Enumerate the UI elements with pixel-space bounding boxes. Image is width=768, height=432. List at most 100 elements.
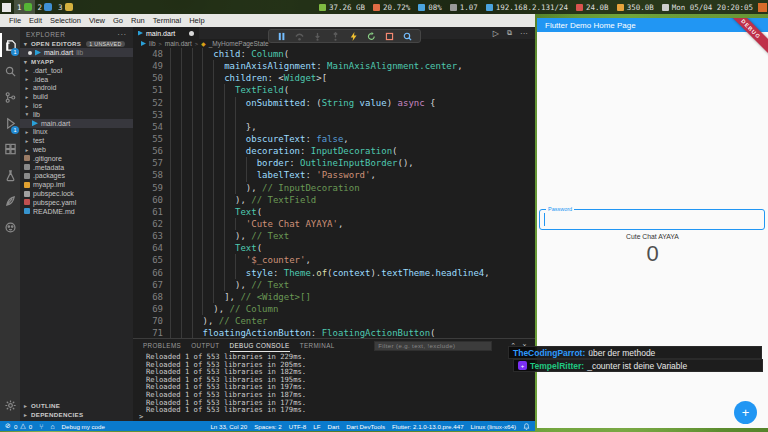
badge: 1 [11,126,19,134]
tray-icon[interactable] [758,3,767,12]
outline-label: OUTLINE [31,402,60,409]
console-prompt[interactable]: > [133,414,535,421]
status-item[interactable]: Flutter: 2.1.0-13.0.pre.447 [392,423,464,430]
gpu-icon [418,4,425,11]
errors-icon[interactable]: ⊘ [5,422,11,430]
step-over-button[interactable] [295,32,304,41]
tree-item-.idea[interactable]: ▸.idea [20,75,133,84]
warnings-icon[interactable]: △ [20,422,25,430]
panel-tab-problems[interactable]: PROBLEMS [143,340,181,352]
tree-item-linux[interactable]: ▸linux [20,128,133,137]
tree-item-ios[interactable]: ▸ios [20,101,133,110]
breadcrumb-symbol[interactable]: _MyHomePageState [209,40,269,47]
panel-tab-terminal[interactable]: TERMINAL [300,340,335,352]
stat-memory: 37.26 GB [319,3,365,12]
fork-icon[interactable]: ⑂ [39,423,43,430]
tree-item-web[interactable]: ▸web [20,145,133,154]
status-item[interactable]: Dart DevTools [346,423,385,430]
open-editors-header[interactable]: ▾ OPEN EDITORS 1 UNSAVED [20,39,133,48]
code-line: 51TextField( [133,84,535,96]
stop-button[interactable] [385,32,394,41]
explorer-more-icon[interactable]: ··· [118,31,128,38]
tree-item-.dart_tool[interactable]: ▸.dart_tool [20,66,133,75]
menu-help[interactable]: Help [185,16,208,25]
activity-extensions[interactable] [0,137,20,161]
tree-item-build[interactable]: ▸build [20,92,133,101]
panel-tab-output[interactable]: OUTPUT [191,340,219,352]
tree-item-myapp.iml[interactable]: myapp.iml [20,180,133,189]
file-tree: ▸.dart_tool▸.idea▸android▸build▸ios▾libm… [20,66,133,216]
bell-icon[interactable] [523,423,530,430]
activity-flutter-feather[interactable] [0,189,20,213]
filter-input[interactable]: Filter (e.g. text, !exclude) [374,341,492,351]
line-number: 67 [133,279,163,291]
tab-main-dart[interactable]: main.dart [133,27,199,39]
stat-upload: 350.0B [617,3,654,12]
tree-item-.metadata[interactable]: .metadata [20,163,133,172]
menu-selection[interactable]: Selection [46,16,85,25]
code-editor[interactable]: 48child: Column(49mainAxisAlignment: Mai… [133,48,535,338]
menu-edit[interactable]: Edit [25,16,46,25]
project-header[interactable]: ▾ MYAPP [20,57,133,66]
menu-go[interactable]: Go [109,16,127,25]
activity-owl-extension[interactable] [0,215,20,239]
floating-action-button[interactable]: + [734,401,757,424]
workspace-2[interactable]: 2 [35,0,56,14]
activity-settings[interactable] [0,393,20,417]
workspace-3[interactable]: 3 [55,0,76,14]
step-into-button[interactable] [313,32,322,41]
activity-run-debug[interactable]: 1 [0,111,20,135]
tree-item-pubspec.lock[interactable]: pubspec.lock [20,189,133,198]
widget-inspector-button[interactable] [403,32,412,41]
debug-console-output[interactable]: Reloaded 1 of 553 libraries in 229ms.Rel… [133,352,535,414]
split-editor-button[interactable]: ⧉ [507,29,512,37]
iml-file-icon [24,182,30,188]
hot-reload-button[interactable] [349,32,358,41]
status-item[interactable]: LF [313,423,320,430]
status-item[interactable]: Spaces: 2 [254,423,282,430]
pause-button[interactable] [277,32,286,41]
warning-count: 0 [29,423,32,430]
tree-item-.packages[interactable]: .packages [20,172,133,181]
activity-source-control[interactable] [0,85,20,109]
status-item[interactable]: Dart [327,423,339,430]
debug-task-label[interactable]: Debug my code [62,423,105,430]
menu-run[interactable]: Run [127,16,149,25]
panel-tab-debug-console[interactable]: DEBUG CONSOLE [230,340,290,352]
password-field-label: Password [546,206,574,212]
status-item[interactable]: UTF-8 [289,423,307,430]
code-line: 56decoration: InputDecoration( [133,145,535,157]
tree-item-main.dart[interactable]: main.dart [20,119,133,128]
workspace-icon [65,3,73,11]
tree-item-.gitignore[interactable]: .gitignore [20,154,133,163]
run-button[interactable]: ▷ [493,29,499,38]
activity-explorer[interactable]: 1 [0,33,20,57]
breadcrumb-lib[interactable]: lib [149,40,156,47]
activity-test-flask[interactable] [0,163,20,187]
tree-item-android[interactable]: ▸android [20,84,133,93]
editor-more-button[interactable]: ··· [520,29,528,38]
meta-file-icon [24,173,30,179]
activity-search[interactable] [0,59,20,83]
step-out-button[interactable] [331,32,340,41]
restart-button[interactable] [367,32,376,41]
workspace-1[interactable]: 1 [14,0,35,14]
status-item[interactable]: Linux (linux-x64) [471,423,516,430]
menu-terminal[interactable]: Terminal [149,16,185,25]
code-line: 69), // Column [133,303,535,315]
status-item[interactable]: Ln 33, Col 20 [210,423,247,430]
home-icon[interactable]: ⌂ [50,423,54,430]
line-number: 58 [133,169,163,181]
launcher-icon[interactable] [2,3,11,12]
tree-item-pubspec.yaml[interactable]: pubspec.yaml [20,198,133,207]
menu-view[interactable]: View [85,16,109,25]
open-editor-item[interactable]: main.dart lib [20,48,133,57]
password-field[interactable]: Password [539,209,765,230]
menu-file[interactable]: File [5,16,25,25]
dependencies-section[interactable]: ▸ DEPENDENCIES [20,410,133,419]
outline-section[interactable]: ▸ OUTLINE [20,401,133,410]
breadcrumb-file[interactable]: main.dart [165,40,192,47]
tree-item-lib[interactable]: ▾lib [20,110,133,119]
tree-item-README.md[interactable]: README.md [20,207,133,216]
tree-item-test[interactable]: ▸test [20,136,133,145]
